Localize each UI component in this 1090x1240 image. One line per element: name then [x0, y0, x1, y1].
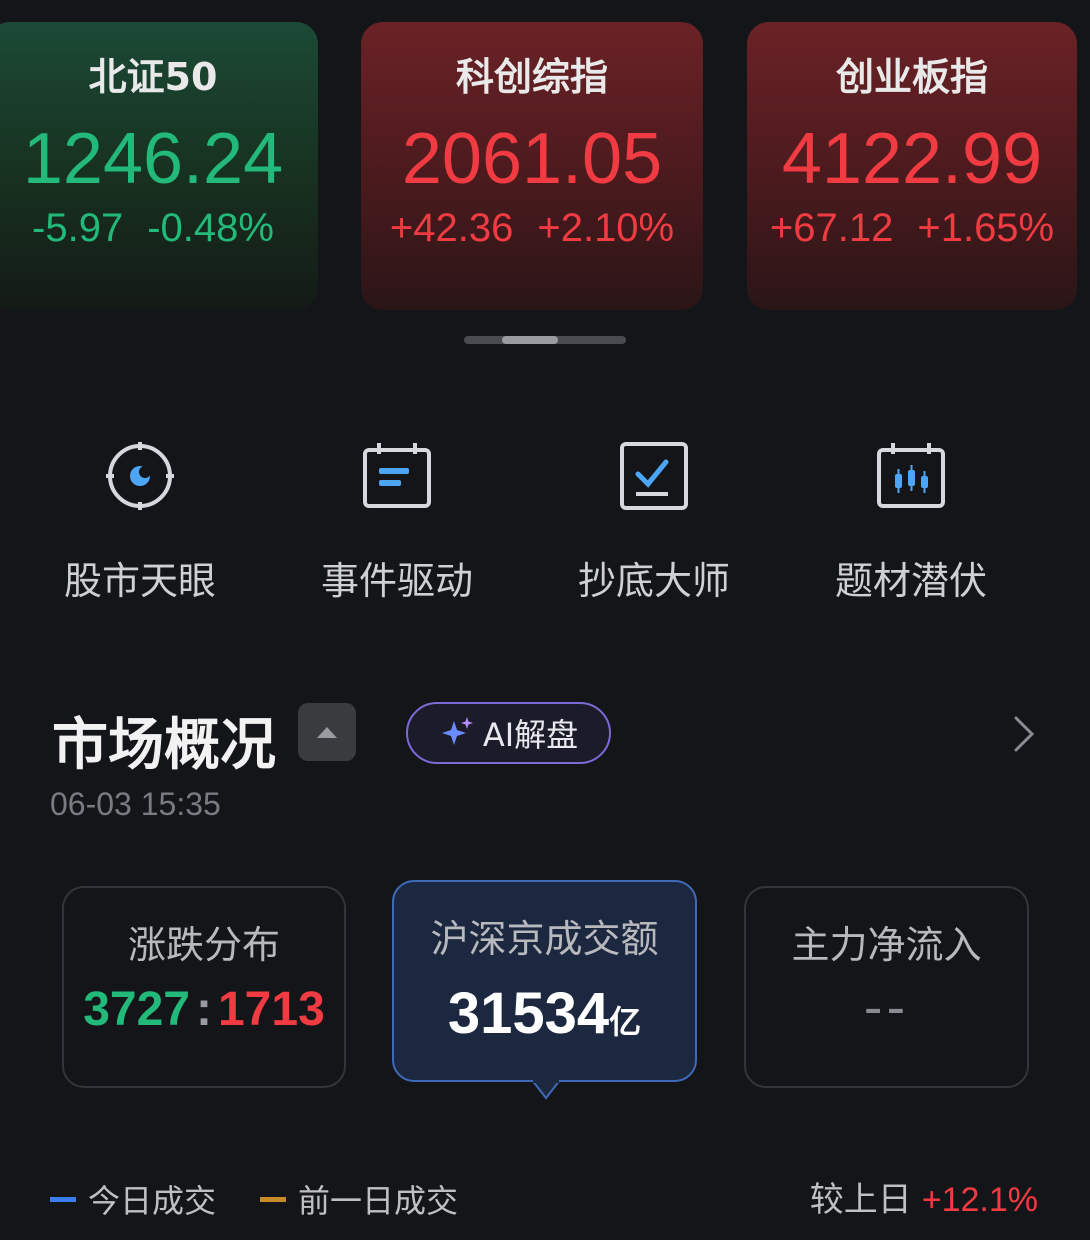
index-name: 北证50: [88, 55, 218, 99]
collapse-button[interactable]: [298, 703, 356, 761]
compare-label: 较上日: [809, 1180, 912, 1220]
stat-label: 沪深京成交额: [430, 917, 659, 961]
section-title: 市场概况: [52, 713, 276, 778]
legend-swatch-prev: [260, 1196, 286, 1202]
index-value: 1246.24: [22, 119, 284, 199]
volume-unit: 亿: [609, 1004, 642, 1040]
index-change-pct: -0.48%: [147, 206, 274, 250]
tool-bottom-fishing[interactable]: 抄底大师: [554, 440, 754, 605]
tool-label: 股市天眼: [63, 559, 216, 603]
rise-fall-ratio: 3727:1713: [62, 982, 346, 1037]
tool-theme-lurk[interactable]: 题材潜伏: [811, 440, 1011, 605]
candlestick-calendar-icon: [877, 443, 945, 508]
legend-today: 今日成交: [50, 1176, 216, 1222]
index-value: 4122.99: [781, 119, 1043, 199]
index-change-pct: +2.10%: [537, 206, 675, 250]
ratio-separator: :: [196, 983, 212, 1036]
ai-analysis-button[interactable]: AI解盘: [406, 702, 611, 764]
tool-event-driven[interactable]: 事件驱动: [297, 440, 497, 605]
index-change-abs: +67.12: [769, 206, 894, 250]
index-value: 2061.05: [401, 119, 663, 199]
index-card-cybz[interactable]: 创业板指 4122.99 +67.12 +1.65%: [747, 22, 1077, 310]
chevron-right-icon[interactable]: [1012, 712, 1036, 756]
volume-value-group: 31534亿: [392, 980, 697, 1047]
index-change: +67.12 +1.65%: [747, 206, 1077, 251]
index-change: -5.97 -0.48%: [0, 206, 318, 251]
compare-prev-day: 较上日 +12.1%: [810, 1172, 1038, 1221]
index-name: 创业板指: [835, 55, 988, 99]
net-inflow-value: --: [863, 978, 910, 1038]
tool-label: 事件驱动: [320, 559, 473, 603]
index-card-kczz[interactable]: 科创综指 2061.05 +42.36 +2.10%: [361, 22, 703, 310]
carousel-pager[interactable]: [464, 336, 626, 344]
legend-label: 前一日成交: [298, 1182, 459, 1220]
carousel-pager-thumb: [502, 336, 558, 344]
index-change-abs: +42.36: [389, 206, 514, 250]
calendar-event-icon: [363, 443, 431, 508]
eye-target-icon: [106, 442, 174, 510]
tool-stock-eye[interactable]: 股市天眼: [40, 440, 240, 605]
tool-label: 抄底大师: [577, 559, 730, 603]
index-name: 科创综指: [455, 55, 608, 99]
rise-count: 3727: [83, 983, 190, 1036]
index-change-pct: +1.65%: [917, 206, 1055, 250]
legend-label: 今日成交: [88, 1182, 217, 1220]
bottom-check-icon: [620, 442, 688, 510]
index-change: +42.36 +2.10%: [361, 206, 703, 251]
update-timestamp: 06-03 15:35: [50, 786, 221, 822]
index-card-bz50[interactable]: 北证50 1246.24 -5.97 -0.48%: [0, 22, 318, 310]
legend-prev: 前一日成交: [260, 1176, 458, 1222]
fall-count: 1713: [217, 983, 325, 1036]
stat-label: 涨跌分布: [127, 923, 280, 967]
stat-label: 主力净流入: [791, 923, 982, 967]
compare-value: +12.1%: [921, 1181, 1038, 1219]
selected-pointer-icon: [531, 1080, 561, 1100]
tool-label: 题材潜伏: [834, 559, 987, 603]
volume-value: 31534: [447, 981, 610, 1046]
index-change-abs: -5.97: [32, 206, 124, 250]
legend-swatch-today: [50, 1196, 76, 1202]
caret-up-icon: [317, 727, 337, 738]
ai-button-label: AI解盘: [482, 716, 579, 754]
sparkle-icon: [441, 717, 473, 745]
